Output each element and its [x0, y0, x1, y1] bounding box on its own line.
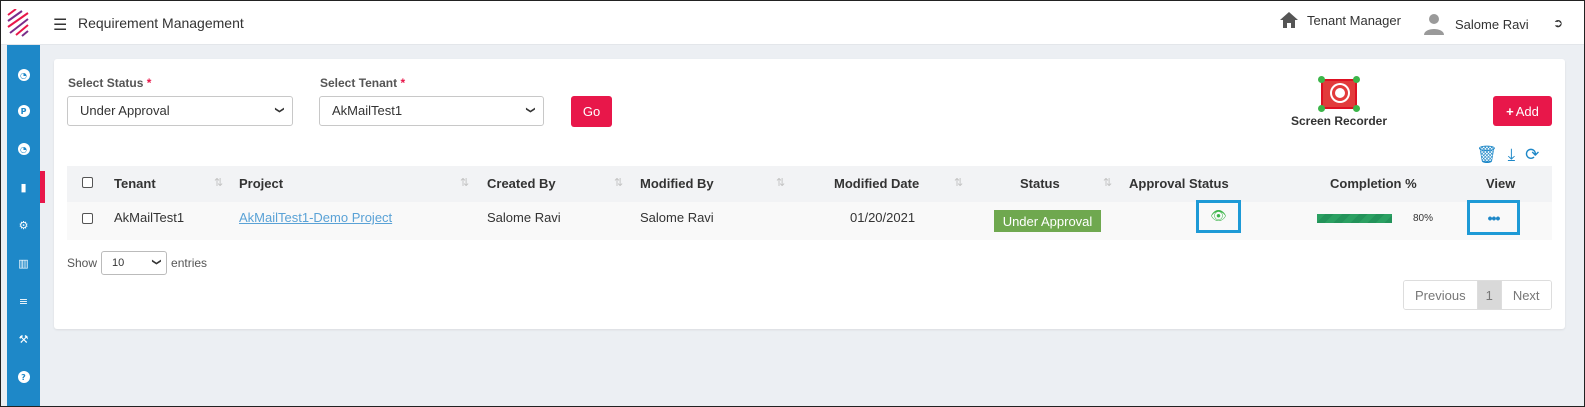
trash-icon[interactable]: 🗑 [1476, 145, 1498, 165]
screen-recorder-icon [1318, 76, 1360, 112]
sort-icon[interactable]: ⇅ [214, 176, 223, 189]
screen-recorder-label: Screen Recorder [1290, 114, 1388, 128]
cell-modified-date: 01/20/2021 [850, 210, 916, 225]
sidebar: ◔ P ◔ ▮ ⚙ ▥ ≡ ⚒ ? [7, 45, 45, 406]
tenant-select-value: AkMailTest1 [332, 103, 403, 118]
show-label: Show [67, 256, 98, 270]
cell-tenant: AkMailTest1 [114, 210, 185, 225]
app-frame: ☰ Requirement Management Tenant Manager … [0, 0, 1585, 407]
sort-icon[interactable]: ⇅ [1103, 176, 1112, 189]
sidebar-item-hierarchy[interactable]: ▥ [7, 247, 40, 279]
gears-icon: ⚙ [18, 218, 29, 232]
hamburger-menu-icon[interactable]: ☰ [53, 15, 67, 35]
select-status-label: Select Status * [68, 76, 152, 90]
cell-project-link[interactable]: AkMailTest1-Demo Project [239, 210, 392, 225]
table-row: AkMailTest1 AkMailTest1-Demo Project Sal… [67, 200, 1552, 240]
dashboard-icon: ◔ [17, 143, 30, 155]
sitemap-icon: ▥ [18, 256, 29, 270]
refresh-icon[interactable]: ⟳ [1525, 145, 1539, 165]
user-name: Salome Ravi [1455, 16, 1529, 32]
plus-icon: + [1506, 103, 1514, 119]
cell-modified-by: Salome Ravi [640, 210, 714, 225]
tenant-select[interactable]: AkMailTest1 ❯ [319, 96, 544, 126]
main-card: Select Status * Under Approval ❯ Select … [54, 59, 1565, 329]
sort-icon[interactable]: ⇅ [614, 176, 623, 189]
select-tenant-label: Select Tenant * [320, 76, 406, 90]
col-status[interactable]: Status [1020, 176, 1060, 191]
completion-percent: 80% [1413, 213, 1434, 224]
col-completion: Completion % [1330, 176, 1417, 191]
page-1-button[interactable]: 1 [1477, 281, 1502, 309]
tenant-manager-label: Tenant Manager [1307, 12, 1401, 28]
go-button[interactable]: Go [571, 96, 612, 127]
entries-label: entries [171, 256, 208, 270]
sidebar-item-filters[interactable]: ≡ [7, 285, 40, 317]
add-button[interactable]: + Add [1493, 96, 1552, 126]
col-modified-by[interactable]: Modified By [640, 176, 714, 191]
sidebar-item-help[interactable]: ? [7, 361, 40, 393]
chart-pie-icon: ◔ [17, 69, 30, 81]
sidebar-item-dashboard[interactable]: ◔ [7, 133, 40, 165]
wrench-icon: ⚒ [18, 332, 29, 346]
book-icon: ▮ [20, 180, 27, 194]
status-select-value: Under Approval [80, 103, 170, 118]
sidebar-item-chart[interactable]: ◔ [7, 59, 40, 91]
pagination: Previous 1 Next [1403, 280, 1552, 310]
sidebar-item-settings[interactable]: ⚙ [7, 209, 40, 241]
col-view: View [1486, 176, 1516, 191]
help-icon: ? [17, 371, 30, 383]
logo-icon[interactable] [6, 9, 30, 37]
next-page-button[interactable]: Next [1501, 281, 1551, 309]
completion-progress-bar [1317, 214, 1392, 223]
select-all-checkbox[interactable] [82, 177, 93, 188]
sidebar-item-p[interactable]: P [7, 95, 40, 127]
add-button-label: Add [1515, 103, 1539, 119]
row-checkbox[interactable] [82, 213, 93, 224]
col-tenant[interactable]: Tenant [114, 176, 156, 191]
screen-recorder-button[interactable]: Screen Recorder [1284, 76, 1394, 128]
user-menu[interactable]: Salome Ravi [1423, 12, 1529, 36]
col-created-by[interactable]: Created By [487, 176, 556, 191]
status-badge: Under Approval [994, 210, 1101, 232]
p-circle-icon: P [17, 105, 30, 117]
entries-length-menu: Show 10 ❯ entries [67, 251, 207, 275]
table-header: Tenant ⇅ Project ⇅ Created By ⇅ Modified… [67, 166, 1552, 202]
chevron-down-icon: ❯ [525, 106, 536, 114]
col-approval-status: Approval Status [1129, 176, 1229, 191]
view-more-icon[interactable]: ••• [1467, 200, 1520, 235]
entries-select-value: 10 [112, 257, 125, 269]
chevron-down-icon: ❯ [151, 258, 162, 266]
top-bar: ☰ Requirement Management Tenant Manager … [1, 1, 1584, 45]
entries-select[interactable]: 10 ❯ [101, 251, 168, 275]
sidebar-item-requirements[interactable]: ▮ [7, 171, 45, 203]
table-tools: 🗑 ⤓ ⟳ [1476, 145, 1539, 165]
sort-icon[interactable]: ⇅ [776, 176, 785, 189]
cell-created-by: Salome Ravi [487, 210, 561, 225]
download-icon[interactable]: ⤓ [1508, 145, 1516, 165]
status-select[interactable]: Under Approval ❯ [67, 96, 293, 126]
sort-icon[interactable]: ⇅ [954, 176, 963, 189]
tenant-manager-link[interactable]: Tenant Manager [1279, 11, 1401, 29]
page-title: Requirement Management [78, 15, 244, 31]
chevron-down-icon: ❯ [274, 106, 285, 114]
user-avatar-icon [1424, 14, 1444, 35]
approval-status-eye-icon[interactable]: 👁 [1196, 200, 1241, 233]
sort-icon[interactable]: ⇅ [460, 176, 469, 189]
sliders-icon: ≡ [18, 294, 29, 308]
previous-page-button[interactable]: Previous [1404, 281, 1478, 309]
col-project[interactable]: Project [239, 176, 283, 191]
home-icon [1280, 12, 1298, 28]
col-modified-date[interactable]: Modified Date [834, 176, 919, 191]
logout-icon[interactable]: ➲ [1553, 16, 1563, 30]
sidebar-item-tools[interactable]: ⚒ [7, 323, 40, 355]
